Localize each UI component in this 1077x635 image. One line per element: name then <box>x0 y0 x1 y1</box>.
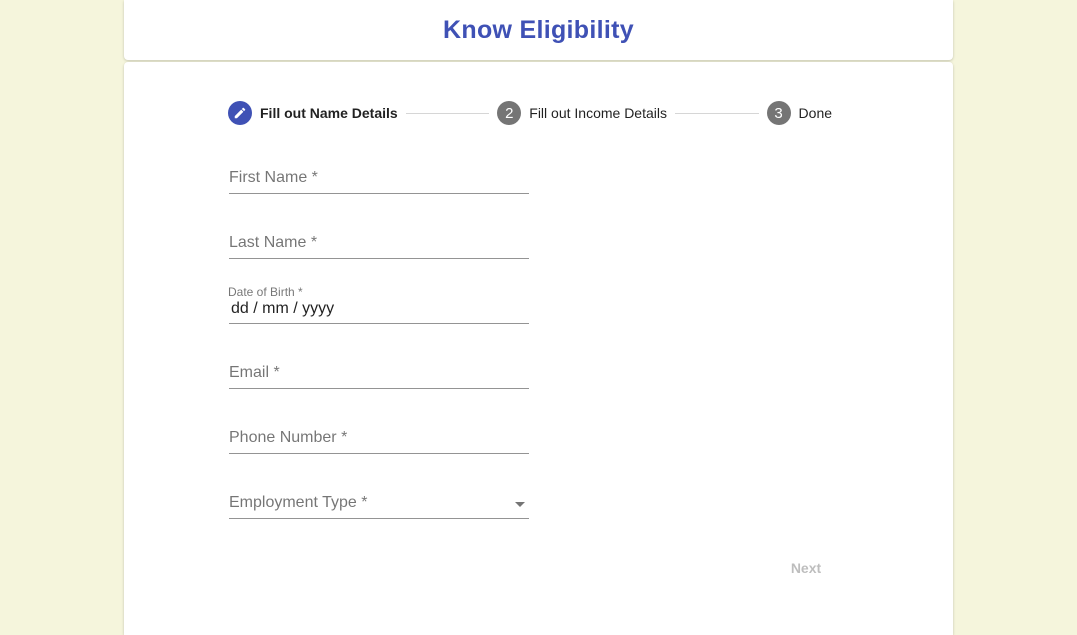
date-of-birth-value: dd / mm / yyyy <box>231 300 335 317</box>
step-connector <box>674 112 759 114</box>
page-title: Know Eligibility <box>443 16 634 44</box>
arrow-drop-down-icon[interactable] <box>515 502 525 507</box>
last-name-placeholder: Last Name * <box>229 234 318 251</box>
step-name-details[interactable]: Fill out Name Details <box>228 101 398 125</box>
step-connector <box>405 112 490 114</box>
first-name-field[interactable]: First Name * <box>229 163 529 194</box>
phone-number-field[interactable]: Phone Number * <box>229 423 529 454</box>
first-name-placeholder: First Name * <box>229 169 318 186</box>
page: Know Eligibility Fill out Name Details 2… <box>0 0 1077 635</box>
step-income-details[interactable]: 2 Fill out Income Details <box>497 101 667 125</box>
step-label: Fill out Income Details <box>529 105 667 121</box>
email-placeholder: Email * <box>229 364 280 381</box>
step-label: Fill out Name Details <box>260 105 398 121</box>
step-done[interactable]: 3 Done <box>766 101 833 125</box>
employment-type-placeholder: Employment Type * <box>229 494 368 511</box>
step-number: 2 <box>497 101 522 125</box>
email-field[interactable]: Email * <box>229 358 529 389</box>
stepper: Fill out Name Details 2 Fill out Income … <box>228 101 832 125</box>
step-label: Done <box>798 105 833 121</box>
form-card: Fill out Name Details 2 Fill out Income … <box>124 62 953 635</box>
step-number: 3 <box>766 101 791 125</box>
header-card: Know Eligibility <box>124 0 953 60</box>
phone-number-placeholder: Phone Number * <box>229 429 348 446</box>
date-of-birth-field[interactable]: Date of Birth * dd / mm / yyyy <box>228 285 529 324</box>
date-of-birth-label: Date of Birth * <box>228 285 303 299</box>
employment-type-select[interactable]: Employment Type * <box>229 488 529 519</box>
edit-icon <box>228 101 252 125</box>
next-button[interactable]: Next <box>774 554 838 582</box>
last-name-field[interactable]: Last Name * <box>229 228 529 259</box>
